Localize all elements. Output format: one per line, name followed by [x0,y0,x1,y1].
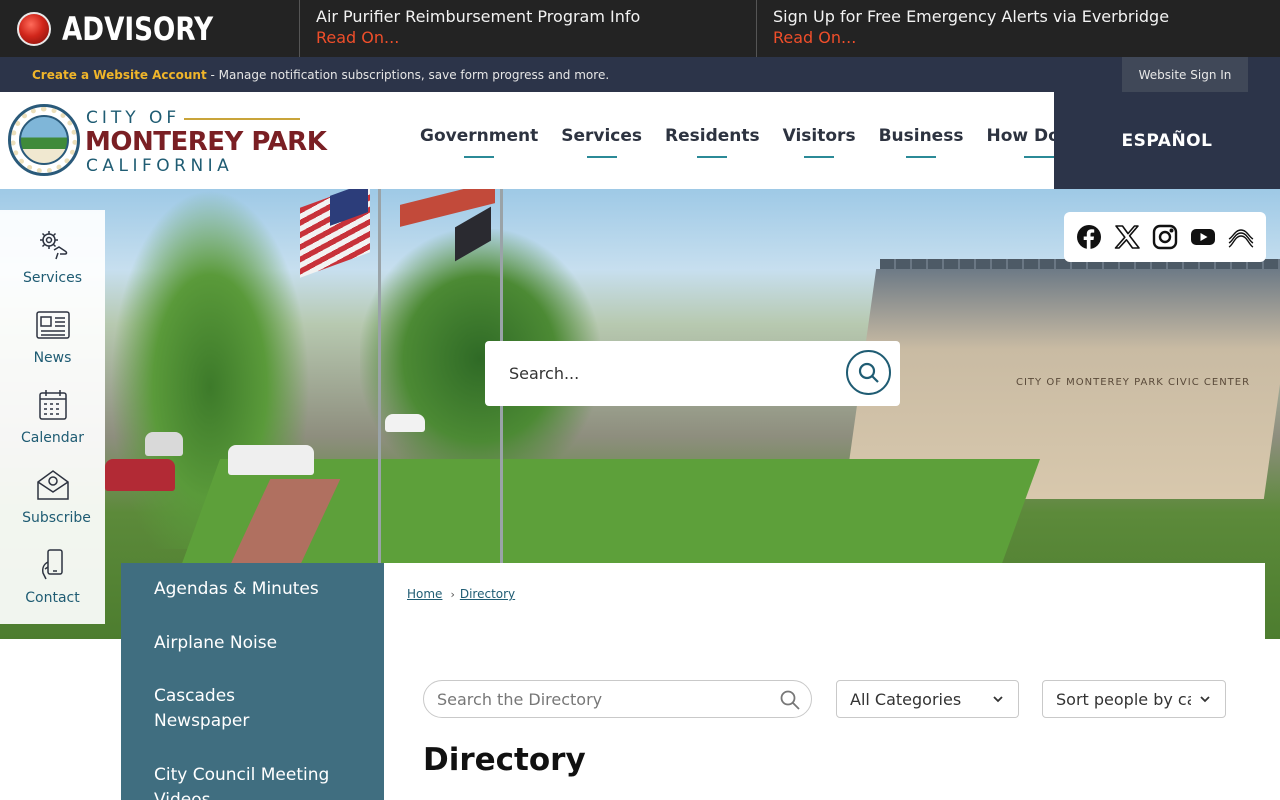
breadcrumb-separator: › [450,587,455,601]
parked-car [105,459,175,491]
city-seal-logo[interactable] [8,104,80,176]
site-header: CITY OF MONTEREY PARK CALIFORNIA Governm… [0,92,1091,189]
category-select-value: All Categories [850,689,962,709]
nav-services[interactable]: Services [561,126,642,158]
quick-link-label[interactable]: News [0,350,105,366]
alert-icon [17,11,51,46]
menu-city-council-videos[interactable]: City Council Meeting Videos [154,763,354,800]
advisory-item-2[interactable]: Sign Up for Free Emergency Alerts via Ev… [757,0,1214,57]
logo-city-of[interactable]: CITY OF [86,108,180,128]
account-bar: Create a Website Account - Manage notifi… [0,57,1280,92]
search-icon [858,362,879,383]
menu-airplane-noise[interactable]: Airplane Noise [154,631,369,656]
youtube-icon[interactable] [1189,223,1217,251]
secondary-menu: Agendas & Minutes Airplane Noise Cascade… [121,563,384,800]
nav-business[interactable]: Business [879,126,963,158]
site-search-box [485,341,900,406]
quick-link-label[interactable]: Contact [0,590,105,606]
advisory-item-title[interactable]: Air Purifier Reimbursement Program Info [316,7,756,27]
gear-hand-icon [39,231,67,260]
menu-agendas-minutes[interactable]: Agendas & Minutes [154,577,369,602]
logo-divider [184,118,300,120]
phone-icon [41,549,63,580]
advisory-item-1[interactable]: Air Purifier Reimbursement Program Info … [300,0,757,57]
breadcrumb-directory[interactable]: Directory [460,587,515,601]
quick-links-panel: Services News Calendar Subscribe Contact [0,210,105,624]
breadcrumb: Home › Directory [407,587,515,601]
parked-car [385,414,425,432]
quick-link-services[interactable]: Services [0,228,105,286]
parked-car [228,445,314,475]
quick-link-news[interactable]: News [0,308,105,366]
parked-car [145,432,183,456]
newspaper-icon [35,311,70,339]
facebook-icon[interactable] [1075,223,1103,251]
instagram-icon[interactable] [1151,223,1179,251]
chevron-down-icon [1200,696,1210,703]
advisory-title: ADVISORY [62,9,214,48]
seal-emblem [19,115,69,165]
search-icon[interactable] [779,689,801,711]
logo-state[interactable]: CALIFORNIA [86,156,233,176]
site-search-input[interactable] [495,351,825,396]
x-icon[interactable] [1113,223,1141,251]
nav-residents[interactable]: Residents [665,126,760,158]
quick-link-subscribe[interactable]: Subscribe [0,468,105,526]
chevron-down-icon [993,696,1003,703]
hero-building-sign: CITY OF MONTEREY PARK CIVIC CENTER [1016,377,1251,388]
social-media-bar [1064,212,1266,262]
category-select[interactable]: All Categories [836,680,1019,718]
directory-search-box [423,680,812,718]
waves-icon[interactable] [1227,223,1255,251]
logo-city-name[interactable]: MONTEREY PARK [85,127,327,157]
language-espanol-button[interactable]: ESPAÑOL [1054,92,1280,189]
quick-link-label[interactable]: Calendar [0,430,105,446]
directory-search-input[interactable] [424,681,764,717]
advisory-bar: ADVISORY Air Purifier Reimbursement Prog… [0,0,1280,57]
account-description: - Manage notification subscriptions, sav… [206,67,610,82]
flag-pole [378,189,381,564]
quick-link-label[interactable]: Subscribe [0,510,105,526]
advisory-read-on-link[interactable]: Read On... [316,27,756,49]
breadcrumb-home[interactable]: Home [407,587,442,601]
advisory-read-on-link[interactable]: Read On... [773,27,1214,49]
nav-visitors[interactable]: Visitors [783,126,856,158]
nav-government[interactable]: Government [420,126,538,158]
quick-link-label[interactable]: Services [0,270,105,286]
account-message: Create a Website Account - Manage notifi… [0,68,609,82]
calendar-icon [38,390,67,420]
quick-link-calendar[interactable]: Calendar [0,388,105,446]
menu-cascades-newspaper[interactable]: Cascades Newspaper [154,684,304,734]
mail-icon [36,470,69,500]
page-title: Directory [423,742,586,778]
website-sign-in-button[interactable]: Website Sign In [1122,57,1248,92]
main-nav: Government Services Residents Visitors B… [420,126,1114,158]
advisory-item-title[interactable]: Sign Up for Free Emergency Alerts via Ev… [773,7,1214,27]
advisory-label-area: ADVISORY [0,0,300,57]
create-account-link[interactable]: Create a Website Account [32,68,207,82]
sort-select-value: Sort people by category [1056,689,1191,709]
sort-select[interactable]: Sort people by category [1042,680,1226,718]
quick-link-contact[interactable]: Contact [0,548,105,606]
site-search-button[interactable] [846,350,891,395]
